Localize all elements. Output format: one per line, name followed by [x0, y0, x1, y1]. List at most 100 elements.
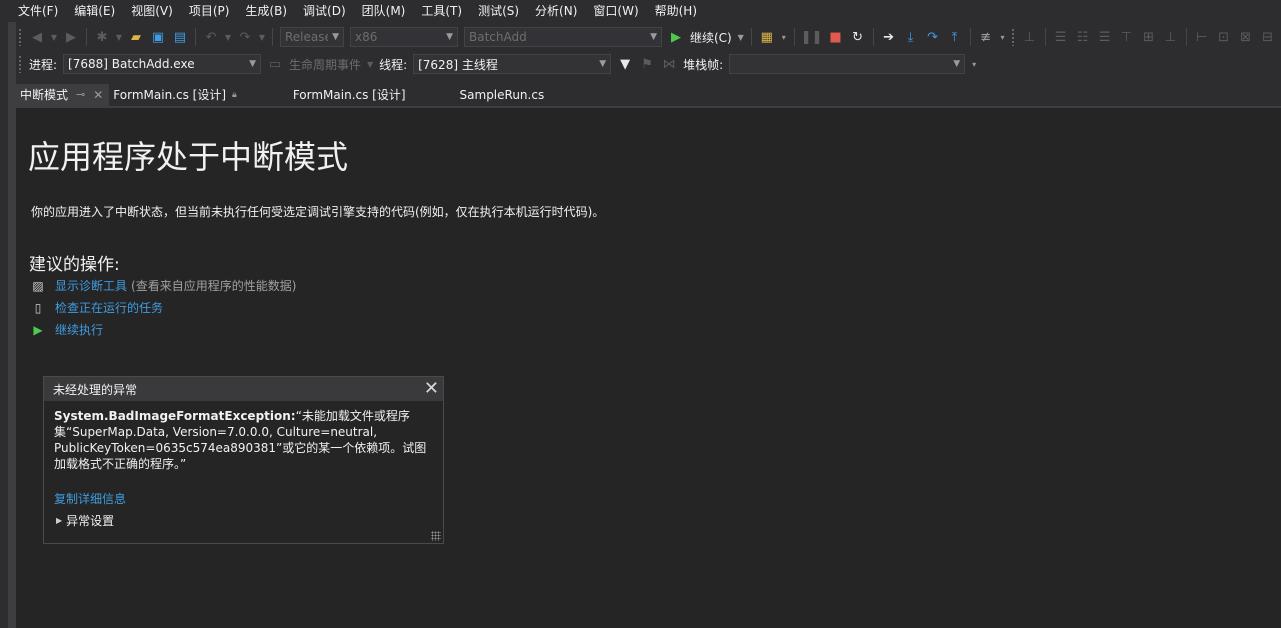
- continue-button[interactable]: 继续(C): [690, 29, 732, 46]
- resize-grip-icon[interactable]: [431, 531, 441, 541]
- dropdown-arrow-icon[interactable]: ▾: [778, 27, 790, 47]
- process-select[interactable]: [7688] BatchAdd.exe ▼: [63, 54, 262, 74]
- break-mode-page: 应用程序处于中断模式 你的应用进入了中断状态，但当前未执行任何受选定调试引擎支持…: [16, 108, 1281, 628]
- suggested-actions-heading: 建议的操作:: [29, 255, 120, 275]
- navigate-back-icon[interactable]: ◀: [26, 27, 48, 47]
- open-file-icon[interactable]: ▰: [125, 27, 147, 47]
- filter-icon[interactable]: ▼: [614, 54, 636, 74]
- toolbar-separator: [195, 28, 196, 46]
- attach-process-icon[interactable]: ▦: [756, 27, 778, 47]
- page-description: 你的应用进入了中断状态，但当前未执行任何受选定调试引擎支持的代码(例如，仅在执行…: [31, 205, 605, 219]
- menu-build[interactable]: 生成(B): [237, 0, 295, 22]
- page-title: 应用程序处于中断模式: [28, 138, 349, 176]
- align-lefts-icon[interactable]: ⊥: [1019, 27, 1041, 47]
- platform-select[interactable]: x86 ▼: [350, 27, 458, 47]
- align-center-icon[interactable]: ☷: [1072, 27, 1094, 47]
- menu-help[interactable]: 帮助(H): [647, 0, 705, 22]
- navigate-forward-icon[interactable]: ▶: [60, 27, 82, 47]
- tab-label: FormMain.cs [设计]: [292, 88, 406, 102]
- menu-edit[interactable]: 编辑(E): [66, 0, 123, 22]
- action-check-tasks: ▯ 检查正在运行的任务: [30, 299, 163, 316]
- dropdown-arrow-icon[interactable]: ▾: [968, 54, 980, 74]
- make-same-width-icon[interactable]: ⊢: [1191, 27, 1213, 47]
- restart-icon[interactable]: ↻: [847, 27, 869, 47]
- toolbar-separator: [272, 28, 273, 46]
- stackframe-select[interactable]: ▼: [729, 54, 966, 74]
- lifecycle-events-button[interactable]: 生命周期事件: [289, 56, 361, 73]
- dropdown-arrow-icon[interactable]: ▼: [48, 27, 60, 47]
- exception-message-block: System.BadImageFormatException:“未能加载文件或程…: [44, 401, 443, 472]
- redo-icon[interactable]: ↷: [234, 27, 256, 47]
- align-left-icon[interactable]: ☰: [1050, 27, 1072, 47]
- show-next-statement-icon[interactable]: ➔: [878, 27, 900, 47]
- menu-analyze[interactable]: 分析(N): [527, 0, 585, 22]
- make-same-height-icon[interactable]: ⊡: [1213, 27, 1235, 47]
- tab-formmain-design-2[interactable]: FormMain.cs [设计]: [243, 84, 412, 106]
- hex-display-icon[interactable]: ≢: [975, 27, 997, 47]
- tab-label: 中断模式: [20, 88, 69, 102]
- dropdown-arrow-icon[interactable]: ▼: [364, 54, 376, 74]
- exception-header: 未经处理的异常 ✕: [44, 377, 443, 401]
- step-over-icon[interactable]: ↷: [922, 27, 944, 47]
- thread-value: [7628] 主线程: [418, 57, 498, 72]
- exception-helper-popup: 未经处理的异常 ✕ System.BadImageFormatException…: [43, 376, 444, 544]
- check-running-tasks-link[interactable]: 检查正在运行的任务: [55, 299, 163, 316]
- toolbar-grip[interactable]: [18, 55, 22, 73]
- dropdown-arrow-icon[interactable]: ▼: [222, 27, 234, 47]
- dropdown-arrow-icon[interactable]: ▼: [735, 27, 747, 47]
- chevron-down-icon: ▼: [650, 32, 657, 42]
- exception-settings-label: 异常设置: [66, 514, 115, 528]
- dropdown-arrow-icon[interactable]: ▼: [113, 27, 125, 47]
- configuration-select[interactable]: Release ▼: [280, 27, 344, 47]
- flag-thread-icon[interactable]: ⚑: [636, 54, 658, 74]
- menu-file[interactable]: 文件(F): [0, 0, 66, 22]
- continue-execution-link[interactable]: 继续执行: [55, 321, 103, 338]
- menu-debug[interactable]: 调试(D): [295, 0, 354, 22]
- close-icon[interactable]: ✕: [93, 84, 103, 106]
- menu-project[interactable]: 项目(P): [181, 0, 238, 22]
- align-bottom-icon[interactable]: ⊥: [1160, 27, 1182, 47]
- menu-test[interactable]: 测试(S): [470, 0, 527, 22]
- chevron-down-icon: ▼: [599, 59, 607, 69]
- chevron-down-icon: ▼: [249, 59, 257, 69]
- left-edge: [0, 22, 8, 628]
- exception-title: 未经处理的异常: [53, 382, 138, 397]
- tab-formmain-design-1[interactable]: FormMain.cs [设计] 🔒︎: [109, 84, 243, 106]
- exception-settings-expander[interactable]: ▶ 异常设置: [56, 512, 114, 529]
- show-flagged-threads-icon[interactable]: ⋈: [658, 54, 680, 74]
- menu-view[interactable]: 视图(V): [123, 0, 181, 22]
- tab-samplerun[interactable]: SampleRun.cs: [412, 84, 551, 106]
- undo-icon[interactable]: ↶: [200, 27, 222, 47]
- expand-triangle-icon: ▶: [56, 516, 63, 525]
- lock-icon: 🔒︎: [232, 90, 237, 100]
- tab-break-mode[interactable]: 中断模式 ⊸ ✕: [16, 84, 110, 106]
- toolbar-grip[interactable]: [18, 28, 22, 46]
- thread-select[interactable]: [7628] 主线程 ▼: [413, 54, 612, 74]
- save-icon[interactable]: ▣: [147, 27, 169, 47]
- stop-debugging-icon[interactable]: ■: [825, 27, 847, 47]
- menu-bar: 文件(F) 编辑(E) 视图(V) 项目(P) 生成(B) 调试(D) 团队(M…: [0, 0, 1281, 22]
- toolbar-grip[interactable]: [1010, 28, 1015, 46]
- startup-project-select[interactable]: BatchAdd ▼: [464, 27, 662, 47]
- spacing-icon[interactable]: ⊟: [1257, 27, 1279, 47]
- show-diagnostic-tools-link[interactable]: 显示诊断工具: [55, 277, 127, 294]
- align-top-icon[interactable]: ⊤: [1116, 27, 1138, 47]
- step-out-icon[interactable]: ⤒: [944, 27, 966, 47]
- close-icon[interactable]: ✕: [424, 380, 439, 398]
- step-into-icon[interactable]: ⤓: [900, 27, 922, 47]
- menu-window[interactable]: 窗口(W): [585, 0, 646, 22]
- menu-tools[interactable]: 工具(T): [413, 0, 470, 22]
- dropdown-arrow-icon[interactable]: ▾: [997, 27, 1009, 47]
- save-all-icon[interactable]: ▤: [169, 27, 191, 47]
- pin-icon[interactable]: ⊸: [76, 84, 85, 106]
- new-project-icon[interactable]: ✱: [91, 27, 113, 47]
- size-to-grid-icon[interactable]: ⊠: [1235, 27, 1257, 47]
- align-middle-icon[interactable]: ⊞: [1138, 27, 1160, 47]
- align-right-icon[interactable]: ☰: [1094, 27, 1116, 47]
- continue-icon[interactable]: ▶: [665, 27, 687, 47]
- dropdown-arrow-icon[interactable]: ▼: [256, 27, 268, 47]
- break-all-icon[interactable]: ❚❚: [799, 27, 825, 47]
- lifecycle-events-icon[interactable]: ▭: [264, 54, 286, 74]
- menu-team[interactable]: 团队(M): [354, 0, 414, 22]
- copy-details-link[interactable]: 复制详细信息: [54, 490, 126, 507]
